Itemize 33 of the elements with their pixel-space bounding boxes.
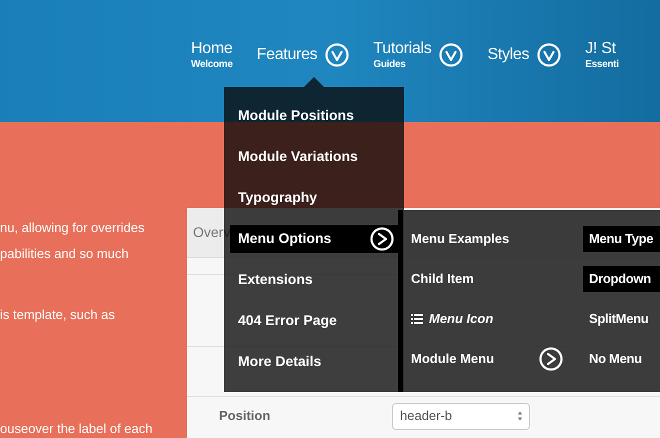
nav-link[interactable]: Features xyxy=(256,47,318,63)
field-label: Position xyxy=(218,407,272,426)
submenu-item[interactable]: SplitMenu xyxy=(583,306,660,332)
intro-text: is template, such as xyxy=(0,306,116,324)
updown-icon xyxy=(517,411,523,421)
submenu-item[interactable]: Dropdown xyxy=(583,266,660,292)
menu-item[interactable]: Typography xyxy=(230,184,398,212)
chevron-right-icon xyxy=(370,226,394,250)
menu-item[interactable]: 404 Error Page xyxy=(230,306,398,334)
chevron-down-icon xyxy=(439,43,464,67)
submenu-item[interactable]: No Menu xyxy=(583,346,654,372)
menu-item[interactable]: Menu Options xyxy=(230,224,398,252)
nav-link[interactable]: J! St Essenti xyxy=(585,40,619,70)
menu-item[interactable]: More Details xyxy=(230,348,398,376)
submenu-item[interactable]: Menu Type xyxy=(583,226,660,252)
intro-text: pabilities and so much xyxy=(0,244,130,263)
nav-link[interactable]: Tutorials Guides xyxy=(373,40,432,70)
menu-item[interactable]: Module Positions xyxy=(230,102,398,130)
submenu-item[interactable]: Child Item xyxy=(411,269,474,289)
chevron-down-icon xyxy=(537,43,562,67)
menu-item[interactable]: Extensions xyxy=(230,266,398,294)
intro-text: ouseover the label of each xyxy=(0,420,154,438)
intro-text: nu, allowing for overrides xyxy=(0,219,146,237)
nav-link[interactable]: Styles xyxy=(487,47,530,63)
menu-item[interactable]: Module Variations xyxy=(230,142,398,170)
submenu-item[interactable]: Module Menu xyxy=(411,349,494,369)
position-select[interactable]: header-b xyxy=(392,402,530,430)
list-icon xyxy=(411,314,423,324)
submenu-item[interactable]: Menu Icon xyxy=(411,309,494,329)
nav-link[interactable]: Home Welcome xyxy=(191,40,233,70)
chevron-down-icon xyxy=(325,43,350,67)
submenu-item[interactable]: Menu Examples xyxy=(411,229,510,249)
chevron-right-icon xyxy=(539,347,563,371)
